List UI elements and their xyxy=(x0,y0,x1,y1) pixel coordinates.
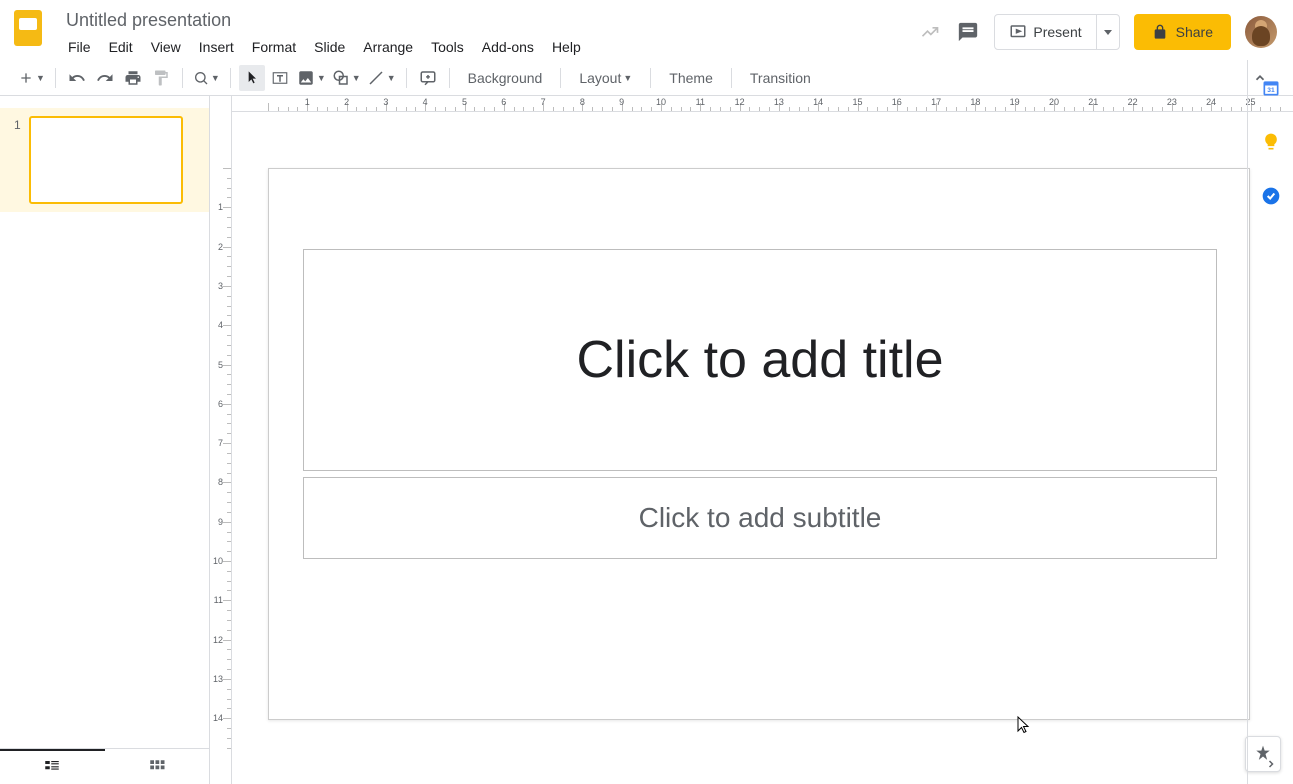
slide-thumb-preview xyxy=(29,116,183,204)
keep-icon[interactable] xyxy=(1261,132,1281,152)
redo-button[interactable] xyxy=(92,65,118,91)
side-panel-toggle[interactable] xyxy=(1265,758,1277,770)
select-tool[interactable] xyxy=(239,65,265,91)
menu-format[interactable]: Format xyxy=(244,35,304,59)
background-button[interactable]: Background xyxy=(458,65,553,91)
present-dropdown[interactable] xyxy=(1096,15,1119,49)
menu-file[interactable]: File xyxy=(60,35,99,59)
filmstrip-footer xyxy=(0,748,209,784)
menu-slide[interactable]: Slide xyxy=(306,35,353,59)
zoom-button[interactable]: ▼ xyxy=(191,65,222,91)
app-logo[interactable] xyxy=(8,8,48,48)
canvas-area: 1234567891011121314 12345678910111213141… xyxy=(210,96,1293,784)
filmstrip: 1 xyxy=(0,96,210,784)
new-slide-button[interactable]: ▼ xyxy=(16,65,47,91)
menu-tools[interactable]: Tools xyxy=(423,35,472,59)
title-placeholder-box[interactable]: Click to add title xyxy=(303,249,1217,471)
shape-tool[interactable]: ▼ xyxy=(330,65,363,91)
textbox-tool[interactable] xyxy=(267,65,293,91)
slide-number: 1 xyxy=(14,118,21,132)
paint-format-button[interactable] xyxy=(148,65,174,91)
undo-button[interactable] xyxy=(64,65,90,91)
print-button[interactable] xyxy=(120,65,146,91)
toolbar: ▼ ▼ ▼ ▼ ▼ Background Layout▼ Them xyxy=(0,60,1293,96)
menu-view[interactable]: View xyxy=(143,35,189,59)
theme-button[interactable]: Theme xyxy=(659,65,723,91)
share-button[interactable]: Share xyxy=(1134,14,1231,50)
menu-bar: File Edit View Insert Format Slide Arran… xyxy=(60,35,918,59)
menu-edit[interactable]: Edit xyxy=(101,35,141,59)
side-panel: 31 xyxy=(1247,60,1293,784)
present-label: Present xyxy=(1033,24,1081,40)
svg-text:31: 31 xyxy=(1267,87,1275,94)
menu-insert[interactable]: Insert xyxy=(191,35,242,59)
filmstrip-view-button[interactable] xyxy=(0,749,105,784)
tasks-icon[interactable] xyxy=(1261,186,1281,206)
horizontal-ruler: 1234567891011121314151617181920212223242… xyxy=(232,96,1293,112)
menu-addons[interactable]: Add-ons xyxy=(474,35,542,59)
subtitle-placeholder-box[interactable]: Click to add subtitle xyxy=(303,477,1217,559)
comments-icon[interactable] xyxy=(956,20,980,44)
line-tool[interactable]: ▼ xyxy=(365,65,398,91)
transition-button[interactable]: Transition xyxy=(740,65,821,91)
share-label: Share xyxy=(1176,24,1213,40)
menu-help[interactable]: Help xyxy=(544,35,589,59)
subtitle-placeholder-text: Click to add subtitle xyxy=(639,502,882,534)
title-placeholder-text: Click to add title xyxy=(576,330,943,390)
image-tool[interactable]: ▼ xyxy=(295,65,328,91)
menu-arrange[interactable]: Arrange xyxy=(355,35,421,59)
comment-tool[interactable] xyxy=(415,65,441,91)
slide-canvas[interactable]: Click to add title Click to add subtitle xyxy=(268,168,1250,720)
present-button[interactable]: Present xyxy=(994,14,1119,50)
main-area: 1 1234567891011121314 123456789101112131… xyxy=(0,96,1293,784)
vertical-ruler: 1234567891011121314 xyxy=(210,96,232,784)
activity-icon[interactable] xyxy=(918,20,942,44)
calendar-icon[interactable]: 31 xyxy=(1261,78,1281,98)
layout-button[interactable]: Layout▼ xyxy=(569,65,642,91)
user-avatar[interactable] xyxy=(1245,16,1277,48)
header: Untitled presentation File Edit View Ins… xyxy=(0,0,1293,60)
slide-thumbnail-1[interactable]: 1 xyxy=(0,108,209,212)
document-title[interactable]: Untitled presentation xyxy=(60,8,237,33)
grid-view-button[interactable] xyxy=(105,749,210,784)
